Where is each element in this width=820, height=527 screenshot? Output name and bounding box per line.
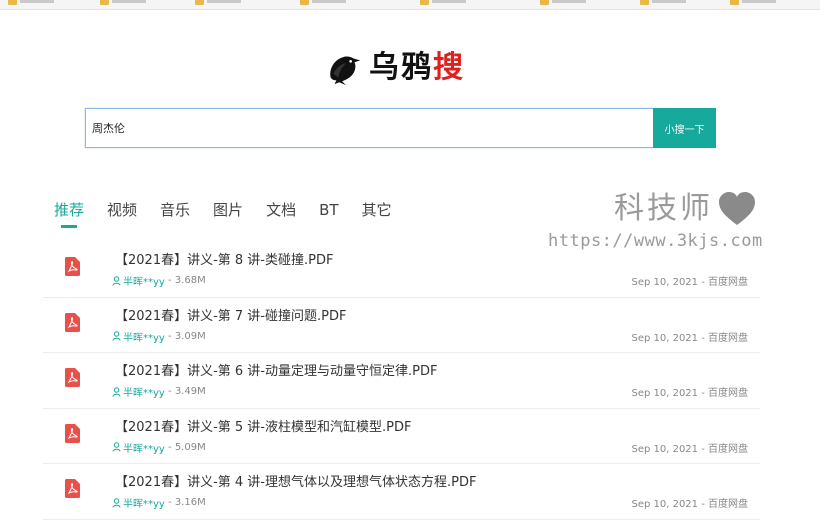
search-input[interactable] — [85, 108, 653, 148]
pdf-icon — [65, 479, 80, 498]
user-icon — [112, 331, 121, 341]
result-title[interactable]: 【2021春】讲义-第 7 讲-碰撞问题.PDF — [115, 305, 346, 324]
result-user[interactable]: 半晖**yy — [123, 273, 165, 288]
tab-image[interactable]: 图片 — [213, 198, 243, 222]
list-item[interactable]: 【2021春】讲义-第 5 讲-液柱模型和汽缸模型.PDF 半晖**yy - 5… — [43, 409, 760, 464]
result-date-source: Sep 10, 2021 - 百度网盘 — [631, 332, 748, 344]
watermark-title-row: 科技师 — [548, 190, 768, 228]
folder-icon — [420, 0, 429, 5]
user-icon — [112, 497, 121, 508]
result-size: 3.49M — [174, 386, 206, 397]
result-meta: 半晖**yy - 3.16M — [112, 495, 206, 510]
result-meta: 半晖**yy - 5.09M — [112, 440, 206, 455]
tab-video[interactable]: 视频 — [107, 198, 137, 222]
folder-icon — [100, 0, 109, 5]
result-source: 百度网盘 — [708, 499, 748, 510]
result-source: 百度网盘 — [708, 332, 748, 344]
result-meta: 半晖**yy - 3.09M — [112, 329, 206, 344]
meta-separator: - — [164, 497, 175, 508]
result-user[interactable]: 半晖**yy — [123, 384, 165, 399]
results-list: 【2021春】讲义-第 8 讲-类碰撞.PDF 半晖**yy - 3.68M S… — [43, 242, 760, 520]
folder-icon — [8, 0, 17, 5]
list-item[interactable]: 【2021春】讲义-第 7 讲-碰撞问题.PDF 半晖**yy - 3.09M … — [43, 298, 760, 353]
result-date: Sep 10, 2021 — [631, 443, 699, 455]
watermark-title: 科技师 — [614, 191, 713, 226]
result-title[interactable]: 【2021春】讲义-第 4 讲-理想气体以及理想气体状态方程.PDF — [115, 471, 476, 490]
folder-icon — [300, 0, 309, 5]
bookmark-item[interactable] — [640, 0, 686, 6]
search-button[interactable]: 小搜一下 — [653, 108, 716, 148]
folder-icon — [730, 0, 739, 5]
result-size: 3.68M — [174, 275, 206, 286]
result-date-source: Sep 10, 2021 - 百度网盘 — [631, 499, 748, 510]
pdf-icon — [65, 423, 80, 443]
bookmark-item[interactable] — [195, 0, 241, 6]
tab-document[interactable]: 文档 — [266, 198, 296, 222]
logo-text: 乌鸦搜 — [369, 48, 465, 88]
bookmark-item[interactable] — [540, 0, 586, 6]
result-user[interactable]: 半晖**yy — [123, 329, 165, 344]
list-item[interactable]: 【2021春】讲义-第 6 讲-动量定理与动量守恒定律.PDF 半晖**yy -… — [43, 353, 760, 409]
result-date-source: Sep 10, 2021 - 百度网盘 — [631, 443, 748, 455]
result-date-source: Sep 10, 2021 - 百度网盘 — [631, 388, 748, 399]
folder-icon — [640, 0, 649, 5]
result-source: 百度网盘 — [708, 277, 748, 288]
crow-icon — [330, 56, 361, 86]
result-size: 3.16M — [174, 497, 206, 508]
meta-separator: - — [164, 386, 175, 397]
user-icon — [112, 386, 121, 397]
result-date-source: Sep 10, 2021 - 百度网盘 — [631, 277, 748, 288]
result-source: 百度网盘 — [708, 443, 748, 455]
user-icon — [112, 275, 121, 286]
result-date: Sep 10, 2021 — [631, 277, 699, 288]
tab-music[interactable]: 音乐 — [160, 198, 190, 222]
meta-separator: - — [164, 441, 175, 453]
bookmark-item[interactable] — [8, 0, 54, 6]
pdf-icon — [65, 312, 80, 332]
result-meta: 半晖**yy - 3.68M — [112, 273, 206, 288]
pdf-icon — [65, 257, 80, 276]
category-tabs: 推荐 视频 音乐 图片 文档 BT 其它 — [54, 198, 415, 234]
result-date: Sep 10, 2021 — [631, 332, 699, 344]
pdf-icon — [65, 368, 80, 387]
result-meta: 半晖**yy - 3.49M — [112, 384, 206, 399]
result-size: 3.09M — [174, 330, 206, 342]
tab-recommended[interactable]: 推荐 — [54, 198, 84, 228]
tab-other[interactable]: 其它 — [362, 198, 392, 222]
result-date: Sep 10, 2021 — [631, 388, 699, 399]
tab-bt[interactable]: BT — [319, 198, 338, 222]
site-logo[interactable]: 乌鸦搜 — [325, 48, 465, 88]
folder-icon — [195, 0, 204, 5]
result-date: Sep 10, 2021 — [631, 499, 699, 510]
result-title[interactable]: 【2021春】讲义-第 6 讲-动量定理与动量守恒定律.PDF — [115, 360, 437, 379]
meta-separator: - — [164, 275, 175, 286]
result-user[interactable]: 半晖**yy — [123, 495, 165, 510]
logo-text-accent: 搜 — [433, 50, 465, 85]
user-icon — [112, 442, 121, 452]
bookmarks-bar — [0, 0, 820, 10]
heart-icon — [719, 192, 755, 225]
bookmark-item[interactable] — [300, 0, 346, 6]
result-title[interactable]: 【2021春】讲义-第 5 讲-液柱模型和汽缸模型.PDF — [115, 416, 411, 435]
search-bar: 小搜一下 — [85, 108, 716, 148]
folder-icon — [540, 0, 549, 5]
bookmark-item[interactable] — [420, 0, 466, 6]
bookmark-item[interactable] — [730, 0, 776, 6]
result-size: 5.09M — [174, 441, 206, 453]
result-title[interactable]: 【2021春】讲义-第 8 讲-类碰撞.PDF — [115, 249, 333, 268]
meta-separator: - — [164, 330, 175, 342]
list-item[interactable]: 【2021春】讲义-第 8 讲-类碰撞.PDF 半晖**yy - 3.68M S… — [43, 242, 760, 298]
bookmark-item[interactable] — [100, 0, 146, 6]
result-user[interactable]: 半晖**yy — [123, 440, 165, 455]
logo-text-main: 乌鸦 — [369, 50, 433, 85]
result-source: 百度网盘 — [708, 388, 748, 399]
list-item[interactable]: 【2021春】讲义-第 4 讲-理想气体以及理想气体状态方程.PDF 半晖**y… — [43, 464, 760, 520]
